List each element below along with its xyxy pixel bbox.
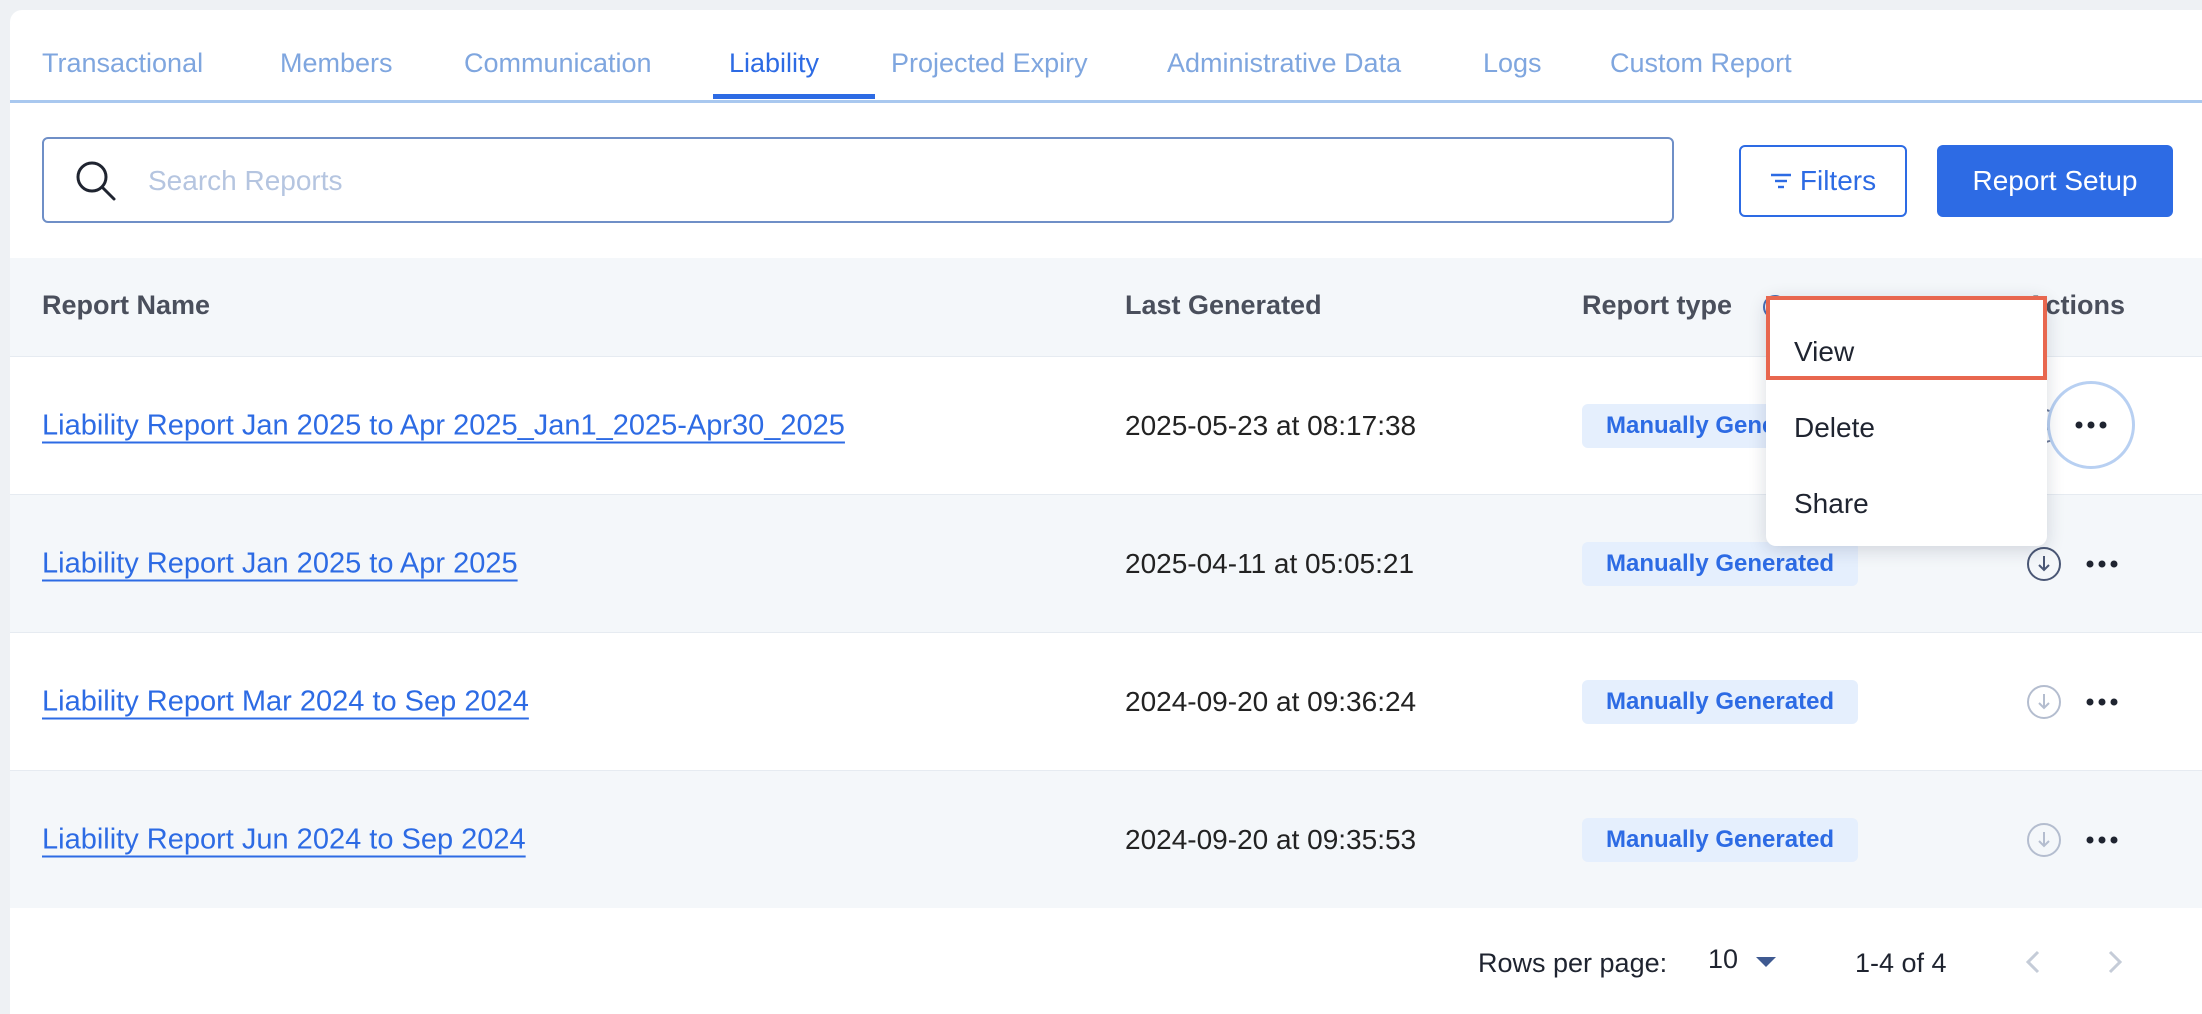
last-generated: 2024-09-20 at 09:36:24 (1125, 685, 1417, 717)
tab-projected-expiry[interactable]: Projected Expiry (891, 48, 1088, 79)
column-report-type: Report type (1582, 290, 1733, 320)
tab-administrative-data[interactable]: Administrative Data (1167, 48, 1401, 79)
active-tab-indicator (713, 94, 875, 99)
search-input[interactable] (146, 139, 1650, 223)
actions-menu: View Delete Share (1766, 296, 2047, 546)
tab-transactional[interactable]: Transactional (42, 48, 203, 79)
tab-members[interactable]: Members (280, 48, 393, 79)
filters-button[interactable]: Filters (1739, 145, 1907, 217)
filters-label: Filters (1799, 165, 1877, 196)
tab-communication[interactable]: Communication (464, 48, 652, 79)
last-generated: 2025-04-11 at 05:05:21 (1125, 547, 1415, 579)
report-name-link[interactable]: Liability Report Jan 2025 to Apr 2025_Ja… (42, 409, 845, 442)
more-options-icon[interactable] (2082, 820, 2122, 860)
report-setup-button[interactable]: Report Setup (1937, 145, 2173, 217)
table-row: Liability Report Mar 2024 to Sep 2024 20… (10, 632, 2202, 770)
report-tabs: Transactional Members Communication Liab… (10, 30, 2202, 103)
chevron-down-icon[interactable] (1755, 955, 1777, 969)
more-options-icon[interactable] (2082, 682, 2122, 722)
column-report-name: Report Name (42, 290, 211, 320)
chevron-left-icon[interactable] (2018, 944, 2050, 980)
last-generated: 2025-05-23 at 08:17:38 (1125, 409, 1417, 441)
last-generated: 2024-09-20 at 09:35:53 (1125, 823, 1417, 855)
filter-icon (1770, 173, 1791, 189)
search-icon (76, 161, 116, 201)
download-icon[interactable] (2026, 684, 2062, 720)
column-last-generated: Last Generated (1125, 290, 1322, 320)
report-name-link[interactable]: Liability Report Jun 2024 to Sep 2024 (42, 823, 526, 856)
more-options-icon (2075, 421, 2107, 429)
report-name-link[interactable]: Liability Report Mar 2024 to Sep 2024 (42, 685, 529, 718)
report-type-badge: Manually Generated (1582, 817, 1859, 862)
pagination-range: 1-4 of 4 (1855, 948, 1947, 978)
report-name-link[interactable]: Liability Report Jan 2025 to Apr 2025 (42, 547, 518, 580)
download-icon[interactable] (2026, 822, 2062, 858)
report-type-badge: Manually Generated (1582, 541, 1859, 586)
download-icon[interactable] (2026, 546, 2062, 582)
rows-per-page-select[interactable]: 10 (1708, 944, 1738, 975)
menu-item-delete[interactable]: Delete (1794, 412, 1875, 444)
tab-logs[interactable]: Logs (1483, 48, 1542, 79)
search-box (42, 137, 1674, 223)
tab-liability[interactable]: Liability (729, 48, 819, 79)
menu-item-view[interactable]: View (1794, 336, 1854, 368)
report-type-badge: Manually Generated (1582, 679, 1859, 724)
rows-per-page-label: Rows per page: (1478, 948, 1668, 978)
tab-custom-report[interactable]: Custom Report (1610, 48, 1792, 79)
table-row: Liability Report Jun 2024 to Sep 2024 20… (10, 770, 2202, 908)
more-options-icon[interactable] (2082, 544, 2122, 584)
menu-item-share[interactable]: Share (1794, 488, 1869, 520)
chevron-right-icon[interactable] (2098, 944, 2130, 980)
more-options-button-active[interactable] (2047, 381, 2135, 469)
